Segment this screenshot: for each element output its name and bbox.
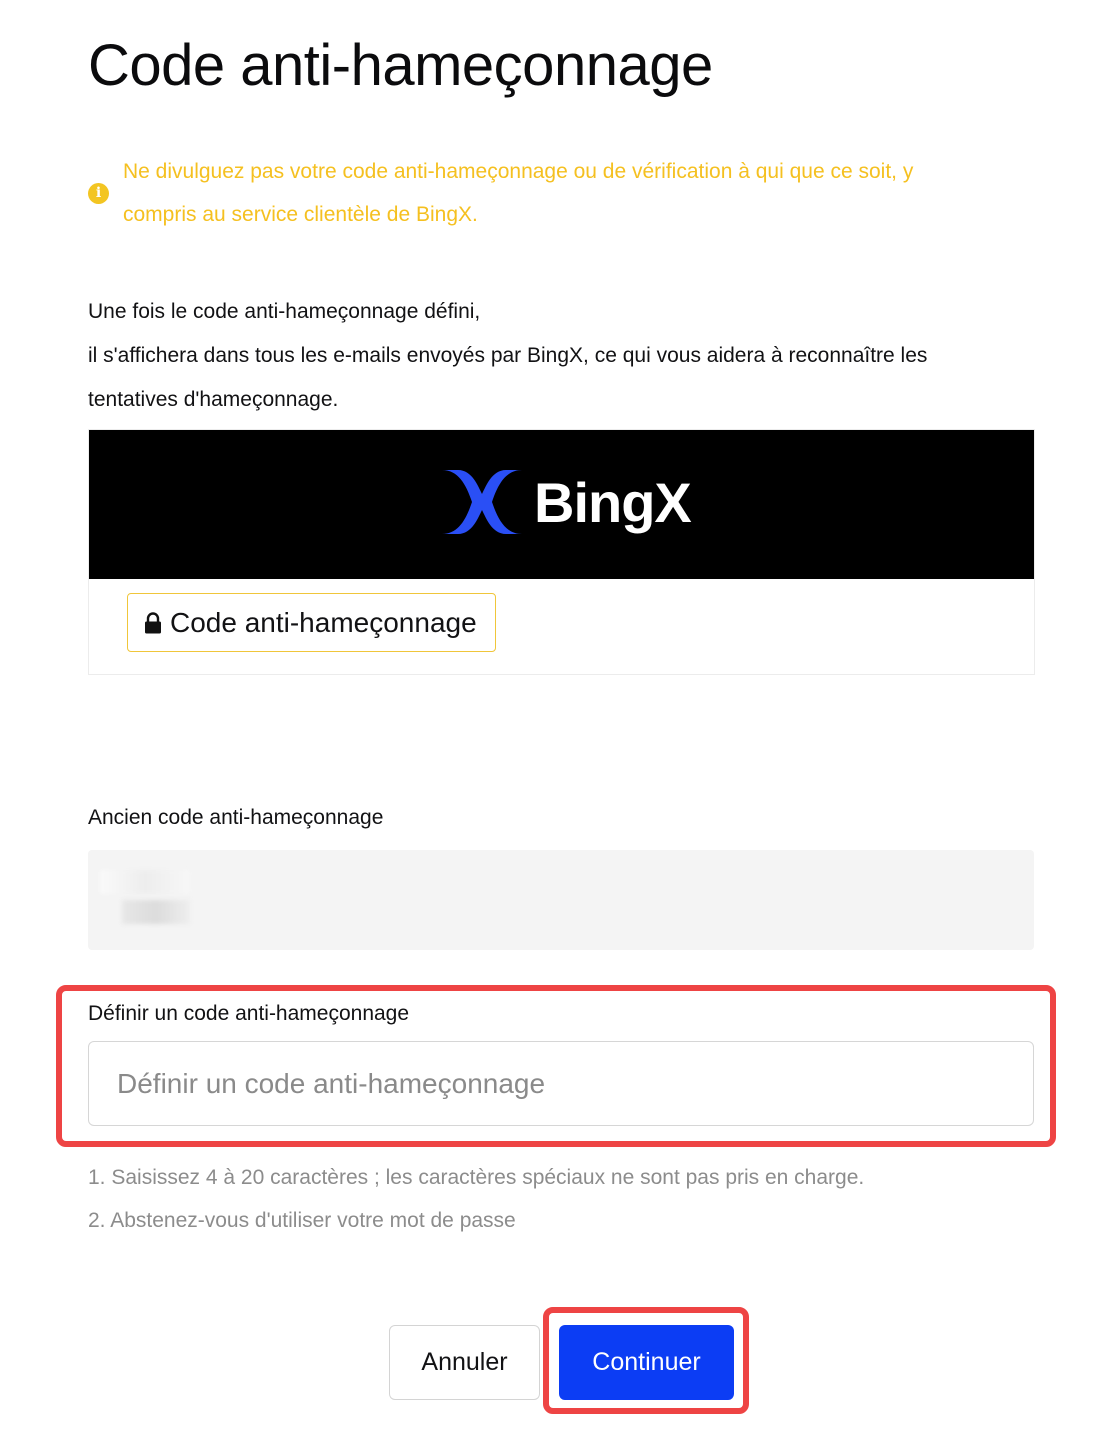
bingx-logo-icon [442, 470, 522, 534]
description-line-2: il s'affichera dans tous les e-mails env… [88, 344, 928, 367]
continue-button[interactable]: Continuer [559, 1325, 734, 1400]
old-code-label: Ancien code anti-hameçonnage [88, 806, 384, 829]
info-icon: i [88, 182, 109, 204]
email-preview: BingX Code anti-hameçonnage [88, 429, 1035, 675]
anti-phishing-code-chip: Code anti-hameçonnage [127, 593, 496, 652]
warning-notice: i Ne divulguez pas votre code anti-hameç… [88, 150, 988, 236]
warning-text: Ne divulguez pas votre code anti-hameçon… [123, 160, 914, 226]
description-line-1: Une fois le code anti-hameçonnage défini… [88, 300, 481, 323]
description: Une fois le code anti-hameçonnage défini… [88, 290, 988, 422]
email-preview-banner: BingX [89, 430, 1034, 579]
code-rules: 1. Saisissez 4 à 20 caractères ; les car… [88, 1156, 864, 1242]
new-code-label: Définir un code anti-hameçonnage [88, 1002, 410, 1025]
bingx-logo-text: BingX [534, 471, 692, 534]
description-line-3: tentatives d'hameçonnage. [88, 388, 339, 411]
rule-item-1: 1. Saisissez 4 à 20 caractères ; les car… [88, 1166, 865, 1189]
page-title: Code anti-hameçonnage [88, 33, 713, 98]
lock-icon [145, 611, 161, 633]
new-code-input[interactable] [88, 1041, 1034, 1126]
masked-value [100, 870, 190, 894]
code-chip-label: Code anti-hameçonnage [170, 606, 477, 638]
masked-value [122, 900, 190, 924]
cancel-button[interactable]: Annuler [389, 1325, 540, 1400]
rule-item-2: 2. Abstenez-vous d'utiliser votre mot de… [88, 1209, 516, 1232]
old-code-field [88, 850, 1034, 950]
